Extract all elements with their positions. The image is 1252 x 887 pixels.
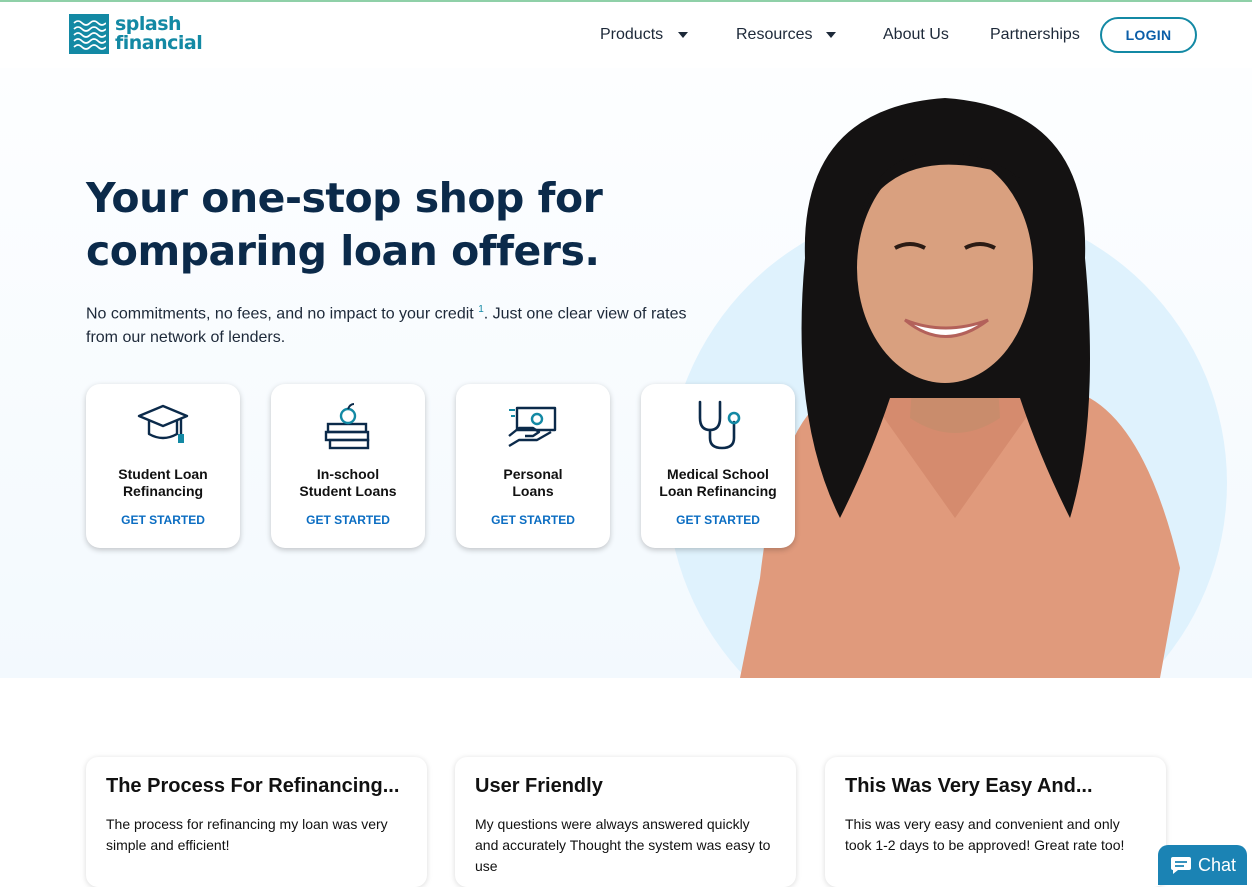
review-body: The process for refinancing my loan was … [106,816,388,853]
nav-partnerships[interactable]: Partnerships [990,26,1080,44]
hero-section: Your one-stop shop for comparing loan of… [0,68,1252,678]
card-in-school-student-loans[interactable]: In-school Student Loans GET STARTED [271,384,425,548]
logo-wordmark: splash financial [115,15,203,54]
nav-resources-label: Resources [736,26,813,43]
site-header: splash financial Products Resources Abou… [0,2,1252,68]
card-medical-school-loan-refinancing[interactable]: Medical School Loan Refinancing GET STAR… [641,384,795,548]
login-button[interactable]: LOGIN [1100,17,1197,53]
card-personal-loans[interactable]: Personal Loans GET STARTED [456,384,610,548]
card-title: Medical School Loan Refinancing [659,466,777,499]
hero-subtext-part-1: No commitments, no fees, and no impact t… [86,305,474,323]
review-body: This was very easy and convenient and on… [845,816,1125,853]
nav-about-label: About Us [883,26,949,43]
review-card: This Was Very Easy And... This was very … [825,757,1166,887]
chat-label: Chat [1198,854,1237,875]
review-body: My questions were always answered quickl… [475,816,771,874]
chat-bubble-icon [1171,857,1191,874]
books-apple-icon [324,403,370,450]
chat-button[interactable]: Chat [1158,845,1247,885]
hero-headline: Your one-stop shop for comparing loan of… [86,174,603,275]
hand-money-icon [508,406,557,448]
chevron-down-icon [826,32,837,38]
review-card: The Process For Refinancing... The proce… [86,757,427,887]
nav-about-us[interactable]: About Us [883,26,949,44]
splash-financial-logo[interactable]: splash financial [69,14,203,54]
card-title: Student Loan Refinancing [118,466,208,499]
get-started-link[interactable]: GET STARTED [456,513,610,527]
card-title: In-school Student Loans [299,466,397,499]
nav-products[interactable]: Products [600,26,689,44]
review-title: The Process For Refinancing... [106,775,400,797]
get-started-link[interactable]: GET STARTED [86,513,240,527]
graduation-cap-icon [137,404,189,443]
card-title: Personal Loans [503,466,563,499]
logo-line-2: financial [115,32,203,54]
chevron-down-icon [678,32,689,38]
nav-partnerships-label: Partnerships [990,26,1080,43]
card-student-loan-refinancing[interactable]: Student Loan Refinancing GET STARTED [86,384,240,548]
review-title: User Friendly [475,775,603,797]
get-started-link[interactable]: GET STARTED [641,513,795,527]
hero-subtext: No commitments, no fees, and no impact t… [86,298,706,350]
review-title: This Was Very Easy And... [845,775,1093,797]
nav-resources[interactable]: Resources [736,26,837,44]
review-card: User Friendly My questions were always a… [455,757,796,887]
stethoscope-icon [698,400,741,450]
nav-products-label: Products [600,26,664,43]
get-started-link[interactable]: GET STARTED [271,513,425,527]
waves-logo-icon [69,14,109,54]
